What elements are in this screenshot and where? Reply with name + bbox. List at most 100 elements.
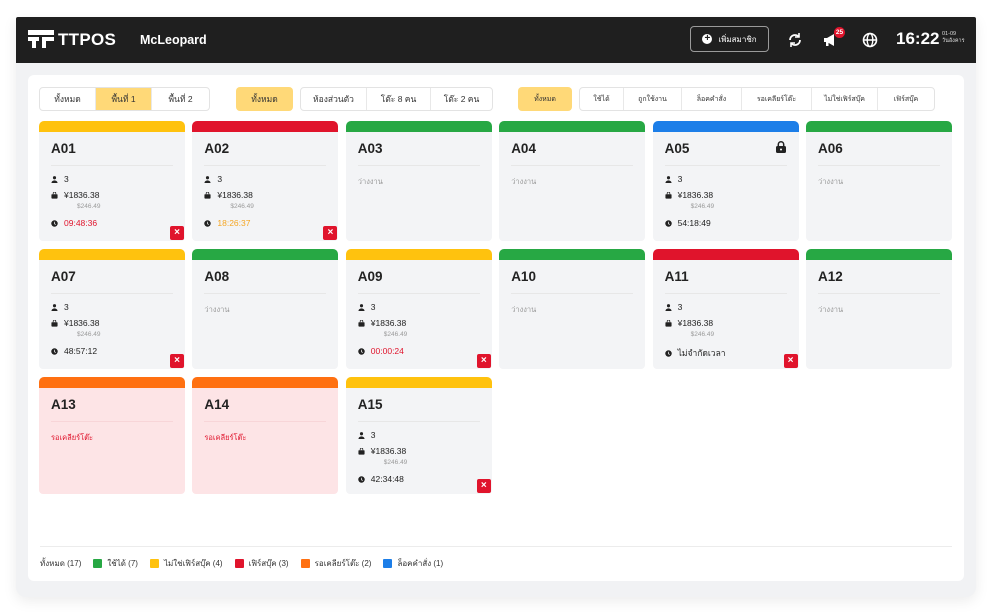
table-card[interactable]: A04 ว่างงาน [499,121,646,241]
globe-icon[interactable] [861,31,879,49]
order-amount: ¥1836.38 [217,190,253,200]
card-divider [357,165,480,166]
amount-row: ¥1836.38 [665,190,713,200]
legend-label: รอเคลียร์โต๊ะ (2) [314,559,372,568]
card-divider [51,421,173,422]
table-card[interactable]: A10 ว่างงาน [499,249,646,369]
refresh-icon[interactable] [786,31,804,49]
zone-filter-area1[interactable]: พื้นที่ 1 [96,88,152,110]
close-table-button[interactable]: × [476,354,491,368]
clock-date: 01-09 วันอังคาร [942,31,965,45]
bag-icon [358,319,365,327]
order-amount: ¥1836.38 [64,190,100,200]
status-filter-available[interactable]: ใช้ได้ [580,88,624,110]
table-card[interactable]: A06 ว่างงาน [806,121,952,241]
clock-icon [664,349,672,357]
table-card[interactable]: A13 รอเคลียร์โต๊ะ [39,377,185,494]
table-status: ว่างงาน [357,177,383,186]
table-name: A02 [204,141,230,156]
type-filter-private-room[interactable]: ห้องส่วนตัว [301,88,367,110]
plus-circle-icon: + [702,34,713,44]
legend-swatch [300,559,310,568]
table-status-strip [192,377,339,388]
amount-row: ¥1836.38 [204,190,253,200]
zone-filter-all[interactable]: ทั้งหมด [40,88,96,110]
guest-row: 3 [358,302,376,312]
status-filter-first-book[interactable]: เฟิร์สบุ๊ค [878,88,934,110]
close-table-button[interactable]: × [476,479,491,493]
order-amount-secondary: $246.49 [383,459,408,466]
guest-icon [665,175,672,183]
table-card[interactable]: A02 3 ¥1836.38 $246.49 18:26:37 × [192,121,339,241]
legend: ทั้งหมด (17) ใช้ได้ (7) ไม่ใช่เฟิร์สบุ๊ค… [40,557,455,570]
close-table-button[interactable]: × [170,354,184,368]
legend-total: ทั้งหมด (17) [40,559,82,568]
legend-label: ไม่ใช่เฟิร์สบุ๊ค (4) [163,559,223,568]
amount-row: ¥1836.38 [665,318,713,328]
table-card[interactable]: A15 3 ¥1836.38 $246.49 42:34:48 × [345,377,492,494]
table-status-strip [39,249,185,260]
clock-icon [51,347,58,355]
guest-count: 3 [677,174,683,184]
legend-label: ใช้ได้ (7) [107,559,138,568]
status-filter-in-use[interactable]: ถูกใช้งาน [624,88,682,110]
close-table-button[interactable]: × [323,226,338,240]
clock-icon [358,347,365,355]
zone-filter-area2[interactable]: พื้นที่ 2 [152,88,209,110]
order-amount-secondary: $246.49 [77,203,101,210]
legend-swatch [234,559,244,568]
table-status-strip [806,121,952,132]
guest-count: 3 [370,302,376,312]
type-filter-all[interactable]: ทั้งหมด [236,87,293,111]
elapsed-time: ไม่จำกัดเวลา [677,348,726,358]
app-window: TTPOS McLeopard + เพิ่มสมาชิก 25 16:22 0… [16,17,976,597]
guest-icon [204,175,211,183]
legend-item: ไม่ใช่เฟิร์สบุ๊ค (4) [149,557,223,570]
amount-row: ¥1836.38 [358,446,406,456]
table-status-strip [652,121,799,132]
type-filter-table-2[interactable]: โต๊ะ 2 คน [431,88,492,110]
close-table-button[interactable]: × [783,354,798,368]
table-card[interactable]: A12 ว่างงาน [806,249,952,369]
card-divider [511,293,634,294]
table-name: A14 [204,397,230,412]
type-filter-table-8[interactable]: โต๊ะ 8 คน [367,88,431,110]
card-divider [511,165,634,166]
table-name: A15 [357,397,383,412]
bag-icon [51,319,58,327]
bag-icon [204,191,211,199]
table-status: รอเคลียร์โต๊ะ [204,433,247,442]
elapsed-time: 54:18:49 [677,218,711,228]
status-filter-not-first-book[interactable]: ไม่ใช่เฟิร์สบุ๊ค [812,88,878,110]
table-card[interactable]: A01 3 ¥1836.38 $246.49 09:48:36 × [39,121,185,241]
order-amount: ¥1836.38 [64,318,100,328]
status-filter-locked[interactable]: ล็อคคำสั่ง [682,88,742,110]
lock-icon [775,141,786,153]
order-amount: ¥1836.38 [677,190,714,200]
store-name[interactable]: McLeopard [140,33,207,47]
table-card[interactable]: A05 3 ¥1836.38 $246.49 54:18:49 [652,121,799,241]
status-filter-all[interactable]: ทั้งหมด [518,87,572,111]
add-member-button[interactable]: + เพิ่มสมาชิก [690,26,769,52]
table-card[interactable]: A03 ว่างงาน [345,121,492,241]
table-status-strip [499,249,646,260]
order-amount-secondary: $246.49 [383,331,408,338]
guest-row: 3 [665,174,683,184]
table-card[interactable]: A14 รอเคลียร์โต๊ะ [192,377,339,494]
amount-row: ¥1836.38 [51,318,99,328]
guest-row: 3 [665,302,683,312]
table-card[interactable]: A08 ว่างงาน [192,249,339,369]
order-amount: ¥1836.38 [370,318,407,328]
legend-item: เฟิร์สบุ๊ค (3) [234,557,289,570]
guest-icon [358,431,365,439]
guest-count: 3 [64,174,69,184]
guest-count: 3 [677,302,683,312]
status-filter-awaiting-clear[interactable]: รอเคลียร์โต๊ะ [742,88,812,110]
legend-swatch [93,559,103,568]
table-card[interactable]: A11 3 ¥1836.38 $246.49 ไม่จำกัดเวลา × [652,249,799,369]
table-card[interactable]: A09 3 ¥1836.38 $246.49 00:00:24 × [345,249,492,369]
table-status-strip [652,249,799,260]
close-table-button[interactable]: × [170,226,184,240]
table-card[interactable]: A07 3 ¥1836.38 $246.49 48:57:12 × [39,249,185,369]
time-row: 48:57:12 [51,346,97,356]
